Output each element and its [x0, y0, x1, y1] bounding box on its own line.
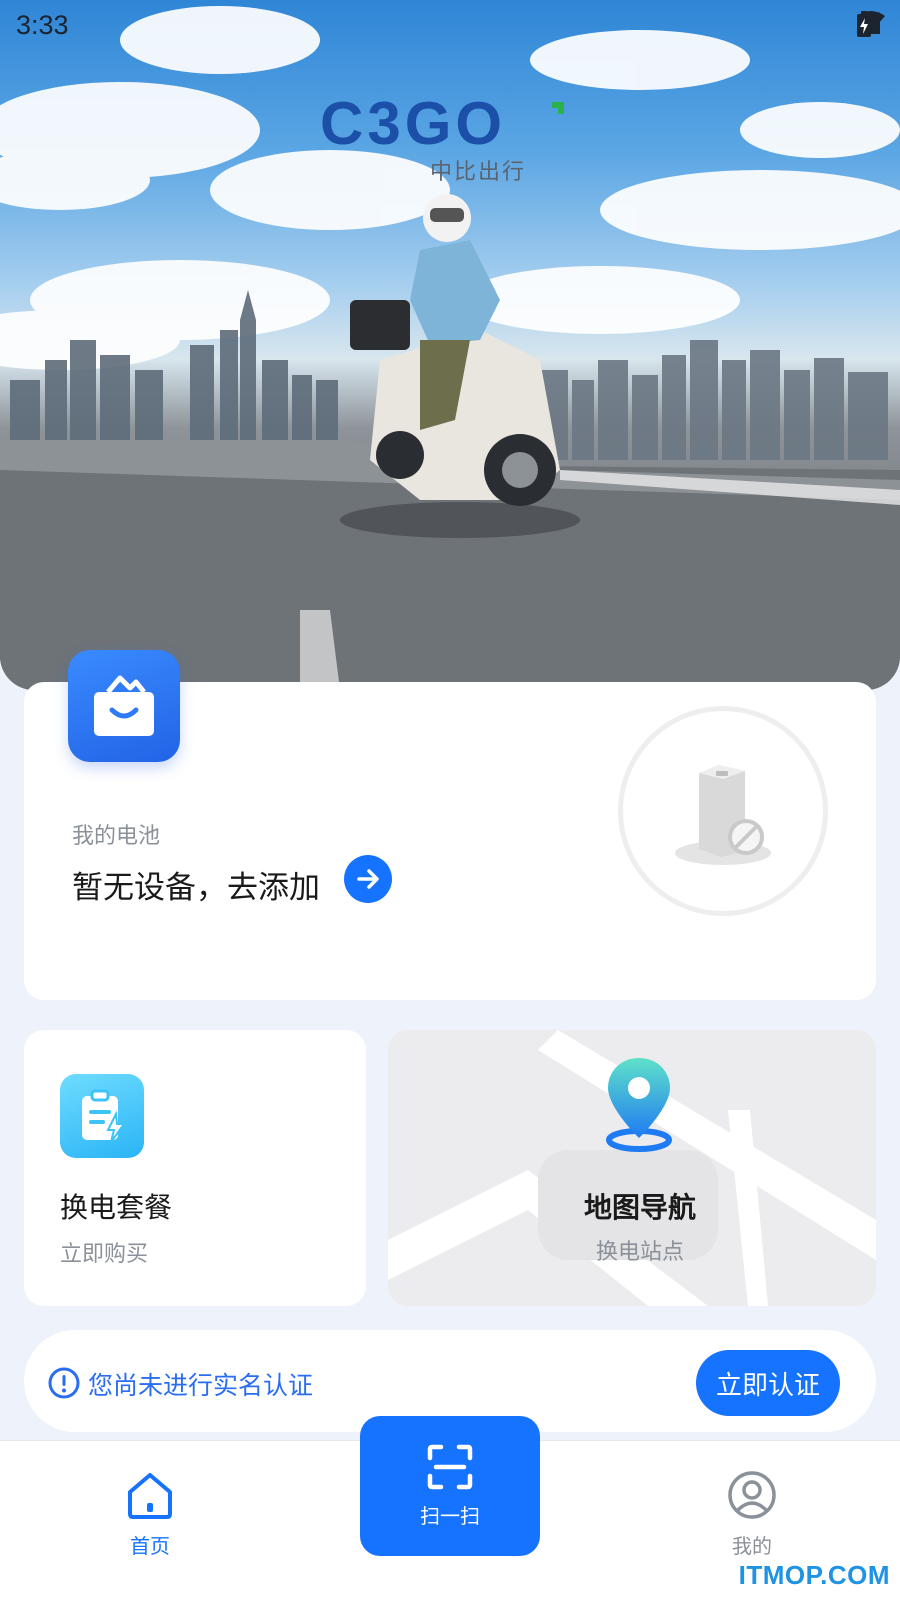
- brand-arrow-icon: [546, 102, 564, 120]
- status-time: 3:33: [16, 10, 69, 40]
- nav-me-label: 我的: [732, 1534, 772, 1558]
- user-icon: [728, 1471, 776, 1519]
- arrow-right-icon: [357, 869, 379, 889]
- battery-label: 我的电池: [72, 824, 161, 849]
- battery-charging-icon: [857, 11, 871, 37]
- map-title: 地图导航: [583, 1191, 696, 1224]
- nav-item-home[interactable]: 首页: [110, 1470, 190, 1559]
- plan-title: 换电套餐: [60, 1191, 173, 1224]
- warning-circle-icon: [48, 1367, 80, 1403]
- nav-home-label: 首页: [130, 1534, 170, 1558]
- map-subtitle: 换电站点: [595, 1240, 684, 1265]
- battery-status-text[interactable]: 暂无设备，去添加: [72, 862, 320, 907]
- verify-now-button[interactable]: 立即认证: [696, 1350, 840, 1416]
- location-pin-icon: [604, 1054, 674, 1158]
- battery-device-icon: [675, 765, 771, 865]
- brand-subtitle: 中比出行: [430, 160, 527, 185]
- scan-button[interactable]: 扫一扫: [360, 1416, 540, 1556]
- scan-label: 扫一扫: [420, 1503, 480, 1528]
- brand-logo: C3GO 中比出行: [320, 90, 580, 192]
- watermark: ITMOP.COM: [738, 1560, 890, 1590]
- plan-subtitle: 立即购买: [60, 1242, 149, 1267]
- brand-logo-text: C3GO: [320, 90, 507, 157]
- no-device-illustration: [618, 706, 828, 916]
- add-device-button[interactable]: [344, 855, 392, 903]
- nav-item-me[interactable]: 我的: [712, 1470, 792, 1559]
- verification-message: 您尚未进行实名认证: [88, 1371, 314, 1400]
- scan-icon: [427, 1444, 473, 1489]
- home-icon: [128, 1473, 172, 1519]
- shopping-bag-icon: [68, 650, 180, 762]
- clipboard-lightning-icon: [60, 1074, 144, 1158]
- hero-banner: 3:33 C3GO 中比出行: [0, 0, 900, 690]
